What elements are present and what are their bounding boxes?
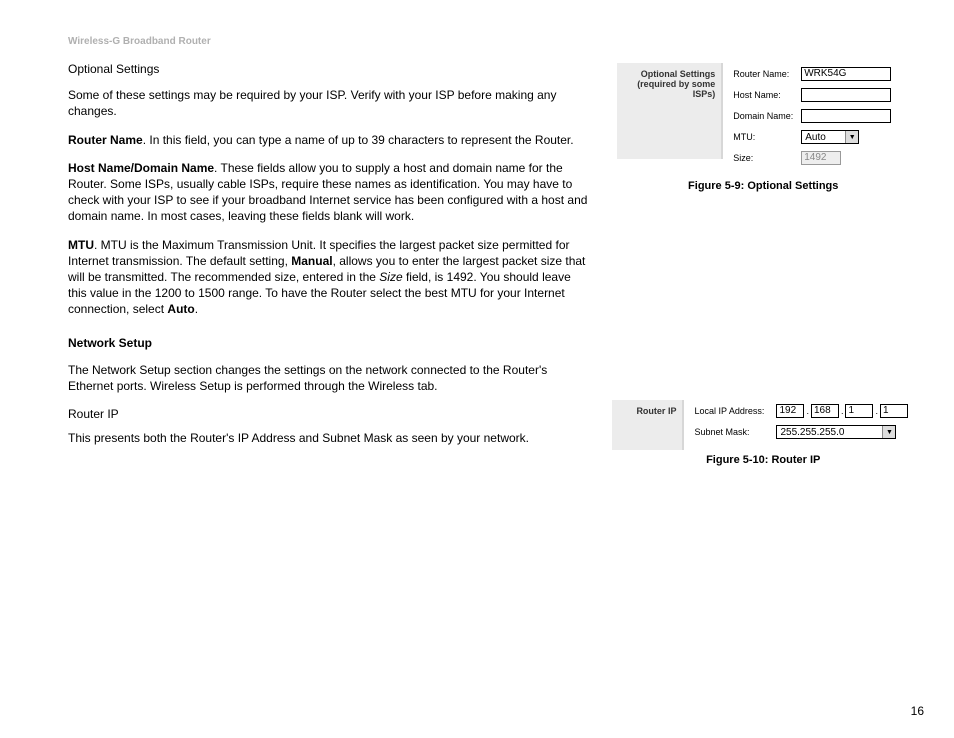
domain-name-input[interactable] (801, 109, 891, 123)
dot-1: . (806, 406, 809, 416)
mtu-size-term: Size (379, 270, 402, 284)
router-ip-sidebar: Router IP (612, 400, 684, 450)
ip-octet-1-input[interactable]: 192 (776, 404, 804, 418)
mtu-select[interactable]: Auto ▼ (801, 130, 859, 144)
mtu-select-value: Auto (805, 132, 826, 143)
ip-octet-4-input[interactable]: 1 (880, 404, 908, 418)
router-ip-sidebar-label: Router IP (636, 406, 676, 416)
doc-header: Wireless-G Broadband Router (68, 36, 914, 47)
router-ip-paragraph: This presents both the Router's IP Addre… (68, 430, 592, 446)
sidebar-line2: (required by some ISPs) (623, 79, 715, 99)
ip-octet-2-input[interactable]: 168 (811, 404, 839, 418)
mtu-paragraph: MTU. MTU is the Maximum Transmission Uni… (68, 237, 592, 318)
router-name-term: Router Name (68, 133, 143, 147)
dot-2: . (841, 406, 844, 416)
network-setup-heading: Network Setup (68, 335, 592, 351)
size-input: 1492 (801, 151, 841, 165)
mtu-text-4: . (195, 302, 198, 316)
host-domain-term: Host Name/Domain Name (68, 161, 214, 175)
figures-column: Optional Settings (required by some ISPs… (612, 63, 914, 466)
subnet-mask-select[interactable]: 255.255.255.0 ▼ (776, 425, 896, 439)
subnet-mask-label: Subnet Mask: (694, 427, 776, 437)
page-number: 16 (911, 704, 924, 718)
mtu-label: MTU: (733, 132, 801, 142)
router-name-paragraph: Router Name. In this field, you can type… (68, 132, 592, 148)
optional-settings-sidebar: Optional Settings (required by some ISPs… (617, 63, 723, 159)
local-ip-label: Local IP Address: (694, 406, 776, 416)
router-ip-heading: Router IP (68, 406, 592, 422)
mtu-manual-term: Manual (291, 254, 332, 268)
main-text-column: Optional Settings Some of these settings… (68, 61, 592, 458)
mtu-auto-term: Auto (167, 302, 194, 316)
router-name-desc: . In this field, you can type a name of … (143, 133, 574, 147)
mtu-term: MTU (68, 238, 94, 252)
chevron-down-icon: ▼ (882, 426, 895, 438)
sidebar-line1: Optional Settings (641, 69, 716, 79)
figure-5-10-caption: Figure 5-10: Router IP (706, 454, 820, 466)
host-name-label: Host Name: (733, 90, 801, 100)
host-name-input[interactable] (801, 88, 891, 102)
chevron-down-icon: ▼ (845, 131, 858, 143)
router-name-label: Router Name: (733, 69, 801, 79)
router-name-input[interactable]: WRK54G (801, 67, 891, 81)
ip-octet-3-input[interactable]: 1 (845, 404, 873, 418)
subnet-mask-value: 255.255.255.0 (780, 427, 844, 438)
optional-intro-paragraph: Some of these settings may be required b… (68, 87, 592, 119)
figure-5-9: Optional Settings (required by some ISPs… (612, 63, 914, 192)
host-domain-paragraph: Host Name/Domain Name. These fields allo… (68, 160, 592, 225)
network-setup-paragraph: The Network Setup section changes the se… (68, 362, 592, 394)
domain-name-label: Domain Name: (733, 111, 801, 121)
dot-3: . (875, 406, 878, 416)
size-label: Size: (733, 153, 801, 163)
figure-5-9-caption: Figure 5-9: Optional Settings (688, 180, 838, 192)
optional-settings-heading: Optional Settings (68, 61, 592, 77)
figure-5-10: Router IP Local IP Address: 192.168.1.1 … (612, 400, 914, 466)
